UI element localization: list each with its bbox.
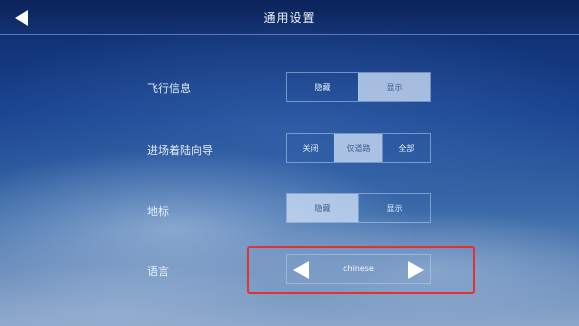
flight-info-toggle: 隐藏 显示 xyxy=(286,72,431,102)
landmark-hide-option[interactable]: 隐藏 xyxy=(287,194,358,222)
language-selector: chinese xyxy=(286,254,431,284)
flight-info-hide-option[interactable]: 隐藏 xyxy=(287,73,358,101)
flight-info-show-option[interactable]: 显示 xyxy=(358,73,430,101)
header-bar: 通用设置 xyxy=(0,0,579,35)
approach-guide-all-option[interactable]: 全部 xyxy=(382,134,430,162)
approach-guide-off-option[interactable]: 关闭 xyxy=(287,134,334,162)
approach-guide-toggle: 关闭 仅道路 全部 xyxy=(286,133,431,163)
approach-guide-label: 进场着陆向导 xyxy=(147,144,213,157)
landmark-show-option[interactable]: 显示 xyxy=(358,194,430,222)
approach-guide-road-only-option[interactable]: 仅道路 xyxy=(334,134,382,162)
next-language-icon[interactable] xyxy=(406,260,426,280)
language-label: 语言 xyxy=(147,265,169,278)
landmark-label: 地标 xyxy=(147,205,169,218)
flight-info-label: 飞行信息 xyxy=(147,82,191,95)
page-title: 通用设置 xyxy=(263,11,316,25)
landmark-toggle: 隐藏 显示 xyxy=(286,193,431,223)
